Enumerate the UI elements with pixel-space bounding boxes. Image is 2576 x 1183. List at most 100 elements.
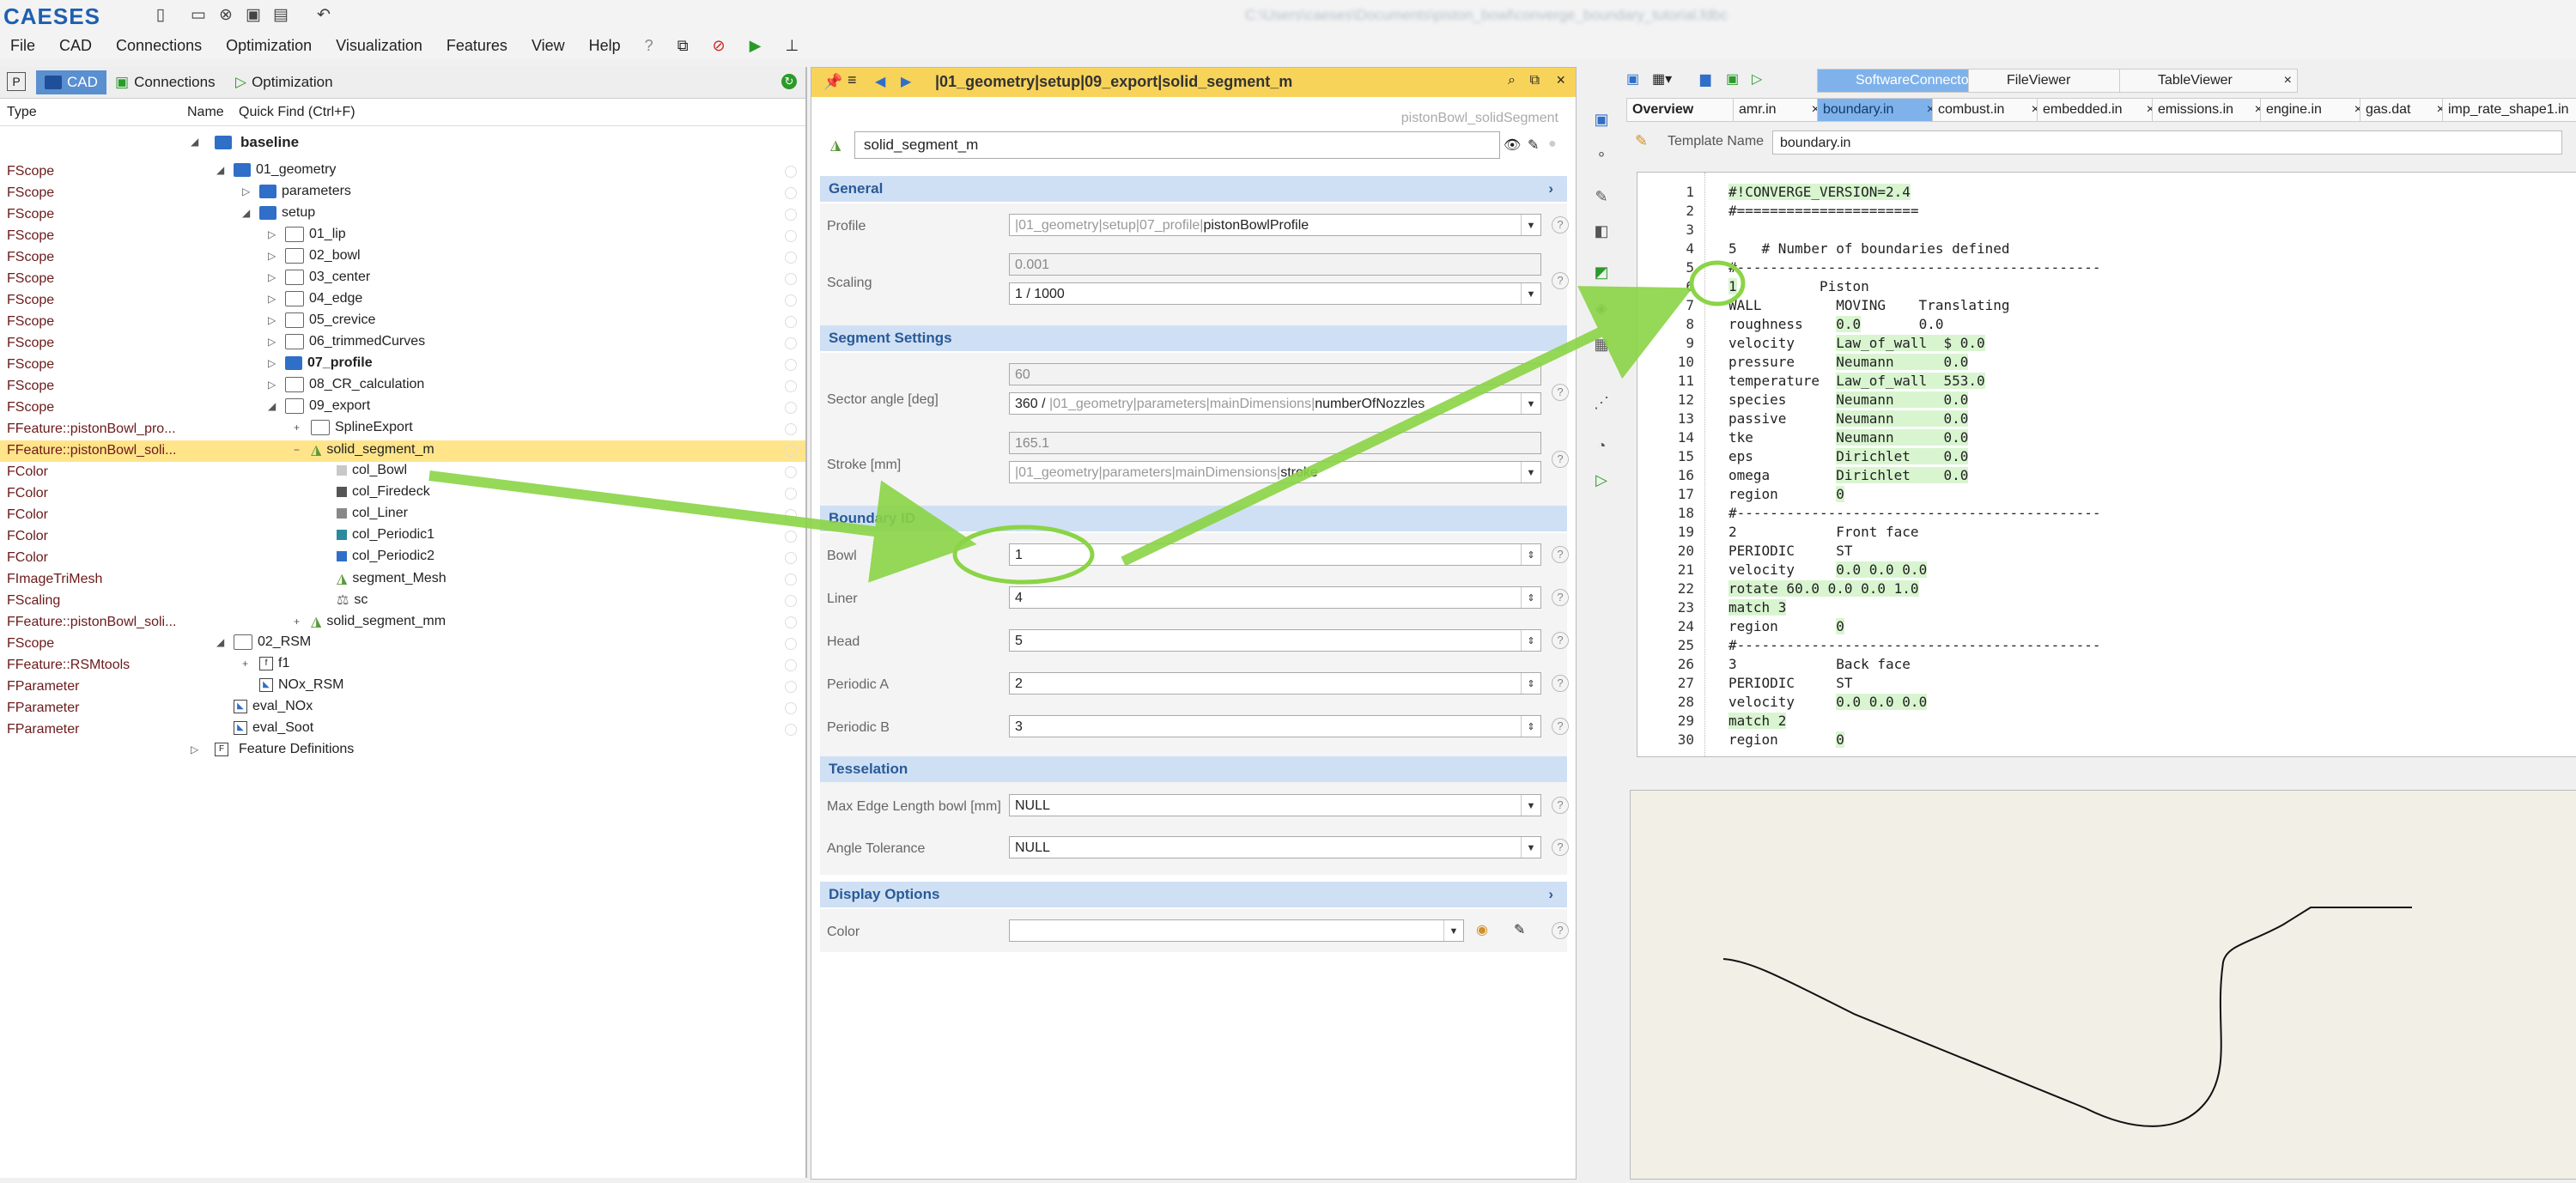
scaling-input[interactable]: 1 / 1000 ▼ <box>1009 282 1541 305</box>
spinner-icon[interactable]: ⇕ <box>1521 716 1540 737</box>
help-icon[interactable]: ? <box>1552 272 1569 289</box>
expand-arrow-icon[interactable]: ◢ <box>216 636 228 648</box>
section-tesselation[interactable]: Tesselation <box>820 756 1567 782</box>
expand-arrow-icon[interactable]: ▷ <box>242 185 254 197</box>
feature-definitions-row[interactable]: ▷ F Feature Definitions <box>0 740 805 762</box>
help-icon[interactable]: ? <box>1552 216 1569 234</box>
tree-row[interactable]: FFeature::pistonBowl_soli... − ◮ solid_segm… <box>0 440 805 462</box>
help-icon[interactable]: ? <box>1552 451 1569 468</box>
section-display-options[interactable]: Display Options › <box>820 882 1567 907</box>
tree-row[interactable]: FColor col_Firedeck <box>0 483 805 505</box>
duplicate-icon[interactable]: ⧉ <box>1530 73 1540 88</box>
tree-row[interactable]: FScaling ⚖ sc <box>0 591 805 612</box>
tree-row[interactable]: FScope ◢ 09_export <box>0 397 805 419</box>
tree-row[interactable]: FColor col_Liner <box>0 505 805 526</box>
tree-row[interactable]: FFeature::RSMtools + f f1 <box>0 655 805 676</box>
expand-arrow-icon[interactable]: ◢ <box>191 136 198 148</box>
tree-row[interactable]: FScope ◢ setup <box>0 204 805 226</box>
file-tab[interactable]: Overview <box>1626 98 1741 122</box>
search-icon[interactable]: ⌕ <box>1508 73 1516 88</box>
baseline-row[interactable]: ◢ baseline <box>0 132 805 155</box>
expand-arrow-icon[interactable]: ▷ <box>268 379 280 391</box>
tree-row[interactable]: FScope ◢ 02_RSM <box>0 634 805 655</box>
tree-row[interactable]: FImageTriMesh ◮ segment_Mesh <box>0 569 805 591</box>
column-name[interactable]: Name <box>187 105 224 120</box>
help-icon[interactable]: ? <box>1552 632 1569 649</box>
visibility-icon[interactable]: 👁 <box>1504 136 1521 154</box>
expand-arrow-icon[interactable]: ◢ <box>242 207 254 219</box>
tree-row[interactable]: FColor col_Periodic2 <box>0 548 805 569</box>
section-boundary-id[interactable]: Boundary ID <box>820 506 1567 531</box>
file-tab[interactable]: engine.in × <box>2260 98 2368 122</box>
help-icon[interactable]: ? <box>1552 384 1569 401</box>
menu-optimization[interactable]: Optimization <box>226 37 312 55</box>
profile-select[interactable]: |01_geometry|setup|07_profile|pistonBowl… <box>1009 214 1541 236</box>
menu-connections[interactable]: Connections <box>116 37 202 55</box>
expand-arrow-icon[interactable]: ▷ <box>268 271 280 283</box>
spinner-icon[interactable]: ⇕ <box>1521 544 1540 565</box>
tab-connections[interactable]: ▣ Connections <box>106 70 224 94</box>
boundary-id-spinbox[interactable]: 2 ⇕ <box>1009 672 1541 695</box>
save-as-icon[interactable]: ▤ <box>271 6 290 25</box>
boundary-id-spinbox[interactable]: 4 ⇕ <box>1009 586 1541 609</box>
expand-arrow-icon[interactable]: ▷ <box>268 357 280 369</box>
open-icon[interactable]: ▭ <box>189 6 208 25</box>
tree-row[interactable]: FScope ◢ 01_geometry <box>0 161 805 183</box>
pencil-icon[interactable]: ✎ <box>1592 187 1611 206</box>
expand-arrow-icon[interactable]: ▷ <box>268 250 280 262</box>
stop-icon[interactable]: ⊘ <box>713 37 726 55</box>
file-tab[interactable]: emissions.in × <box>2152 98 2269 122</box>
help-icon[interactable]: ? <box>1552 922 1569 939</box>
help-icon[interactable]: ? <box>1552 589 1569 606</box>
code-editor[interactable]: 1 #!CONVERGE_VERSION=2.4 2 #===============… <box>1637 172 2576 757</box>
boundary-id-spinbox[interactable]: 5 ⇕ <box>1009 629 1541 652</box>
pin-icon[interactable]: 📌 <box>823 73 842 91</box>
save-icon[interactable]: ▣ <box>244 6 263 25</box>
tree-row[interactable]: FScope ▷ 07_profile <box>0 355 805 376</box>
view-icon[interactable]: ▣ <box>1592 110 1611 129</box>
tab-table-viewer[interactable]: TableViewer × <box>2119 69 2298 93</box>
help-icon[interactable]: ? <box>1552 675 1569 692</box>
layout-icon[interactable]: ▯ <box>151 6 170 25</box>
template-name-input[interactable]: boundary.in <box>1772 130 2562 155</box>
tree-row[interactable]: FScope ▷ 06_trimmedCurves <box>0 333 805 355</box>
menu-visualization[interactable]: Visualization <box>336 37 422 55</box>
tree-row[interactable]: FScope ▷ 08_CR_calculation <box>0 376 805 397</box>
menu-view[interactable]: View <box>532 37 565 55</box>
column-type[interactable]: Type <box>7 105 37 120</box>
tab-cad[interactable]: CAD <box>36 70 106 94</box>
spinner-icon[interactable]: ⇕ <box>1521 673 1540 694</box>
expand-arrow-icon[interactable]: ▷ <box>191 743 198 755</box>
tree-row[interactable]: FScope ▷ 01_lip <box>0 226 805 247</box>
help-icon[interactable]: ? <box>1552 718 1569 735</box>
expand-arrow-icon[interactable]: − <box>294 444 306 456</box>
expand-arrow-icon[interactable]: ▷ <box>268 336 280 348</box>
spinner-icon[interactable]: ⇕ <box>1521 587 1540 608</box>
file-tab[interactable]: combust.in × <box>1932 98 2045 122</box>
point-icon[interactable]: ∘ <box>1592 144 1611 163</box>
tab-optimization[interactable]: ▷ Optimization <box>227 70 342 94</box>
measure-icon[interactable]: ⊥ <box>785 37 799 55</box>
quick-find-input[interactable]: Quick Find (Ctrl+F) <box>239 105 355 120</box>
stroke-input[interactable]: |01_geometry|parameters|mainDimensions|s… <box>1009 461 1541 483</box>
tree-row[interactable]: FScope ▷ 04_edge <box>0 290 805 312</box>
expand-arrow-icon[interactable]: ◢ <box>268 400 280 412</box>
boundary-id-spinbox[interactable]: 3 ⇕ <box>1009 715 1541 737</box>
help-icon[interactable]: ? <box>1552 839 1569 856</box>
tree-row[interactable]: FColor col_Periodic1 <box>0 526 805 548</box>
geometry-viewport[interactable] <box>1630 790 2576 1180</box>
tree-row[interactable]: FFeature::pistonBowl_pro... + SplineExport <box>0 419 805 440</box>
close-project-icon[interactable]: ⊗ <box>216 6 235 25</box>
section-general[interactable]: General › <box>820 176 1567 202</box>
menu-help[interactable]: Help <box>589 37 621 55</box>
boundary-id-spinbox[interactable]: 1 ⇕ <box>1009 543 1541 566</box>
object-name-input[interactable]: solid_segment_m <box>854 131 1500 159</box>
forward-icon[interactable]: ▶ <box>901 73 911 90</box>
expand-arrow-icon[interactable]: + <box>242 658 254 670</box>
expand-arrow-icon[interactable]: + <box>294 422 306 434</box>
tree-row[interactable]: FScope ▷ 02_bowl <box>0 247 805 269</box>
dots-icon[interactable]: ⋰ <box>1592 393 1611 412</box>
file-tab[interactable]: gas.dat × <box>2360 98 2451 122</box>
menu-file[interactable]: File <box>10 37 35 55</box>
spinner-icon[interactable]: ⇕ <box>1521 630 1540 651</box>
